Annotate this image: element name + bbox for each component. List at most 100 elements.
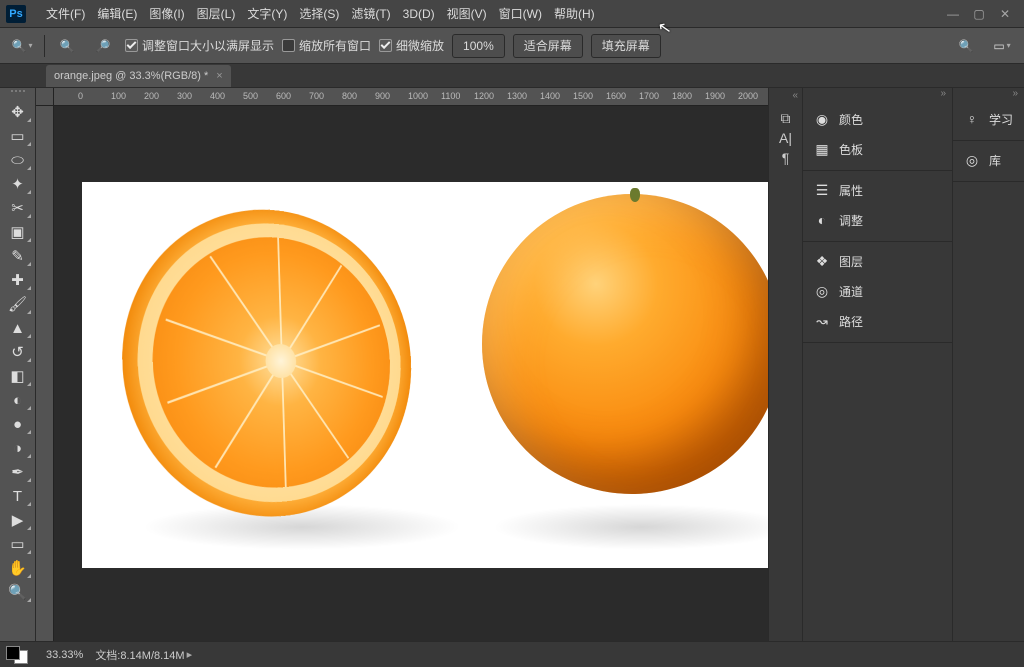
search-button[interactable]: 🔍: [952, 34, 980, 58]
type-tool[interactable]: T: [3, 484, 33, 508]
crop-tool[interactable]: ✂: [3, 196, 33, 220]
eyedropper-tool[interactable]: ✎: [3, 244, 33, 268]
resize-window-checkbox[interactable]: 调整窗口大小以满屏显示: [125, 37, 274, 54]
ruler-tick: 200: [144, 91, 159, 101]
learn-panel[interactable]: ♀ 学习: [953, 104, 1024, 134]
dodge-tool[interactable]: ◑: [3, 436, 33, 460]
fit-screen-button[interactable]: 适合屏幕: [513, 34, 583, 58]
move-tool[interactable]: ✥: [3, 100, 33, 124]
color-panel[interactable]: ◉颜色: [803, 104, 952, 134]
options-bar: 🔍▾ 🔍 🔎 调整窗口大小以满屏显示 缩放所有窗口 细微缩放 100% 适合屏幕…: [0, 28, 1024, 64]
ruler-tick: 1700: [639, 91, 659, 101]
scrubby-zoom-checkbox[interactable]: 细微缩放: [379, 37, 444, 54]
canvas-area: 0100200300400500600700800900100011001200…: [36, 88, 768, 641]
history-icon[interactable]: ⧉: [776, 108, 796, 128]
swatches-panel[interactable]: ▦色板: [803, 134, 952, 164]
document-info[interactable]: 文档:8.14M/8.14M: [95, 647, 184, 663]
panel-label: 路径: [839, 313, 863, 330]
panel-label: 调整: [839, 212, 863, 229]
frame-tool[interactable]: ▣: [3, 220, 33, 244]
document-canvas[interactable]: [82, 182, 768, 568]
properties-panel-icon: ☰: [813, 181, 831, 199]
vertical-ruler[interactable]: [36, 106, 54, 641]
shape-tool[interactable]: ▭: [3, 532, 33, 556]
menu-5[interactable]: 选择(S): [293, 0, 345, 27]
menu-6[interactable]: 滤镜(T): [345, 0, 396, 27]
menu-9[interactable]: 窗口(W): [493, 0, 548, 27]
zoom-level-field[interactable]: 33.33%: [46, 649, 83, 661]
window-minimize-button[interactable]: —: [940, 0, 966, 27]
color-swatches[interactable]: [6, 646, 28, 664]
properties-panel[interactable]: ☰ 属性: [803, 175, 952, 205]
lasso-tool[interactable]: ⬭: [3, 148, 33, 172]
ruler-corner[interactable]: [36, 88, 54, 106]
zoom-tool[interactable]: 🔍: [3, 580, 33, 604]
blur-tool[interactable]: ●: [3, 412, 33, 436]
pen-tool[interactable]: ✒: [3, 460, 33, 484]
zoom-100-button[interactable]: 100%: [452, 34, 505, 58]
menu-8[interactable]: 视图(V): [441, 0, 493, 27]
collapse-dock-icon[interactable]: »: [803, 88, 952, 104]
healing-tool[interactable]: ✚: [3, 268, 33, 292]
brush-tool[interactable]: 🖌: [3, 292, 33, 316]
adjustments-panel[interactable]: ◐调整: [803, 205, 952, 235]
ruler-tick: 400: [210, 91, 225, 101]
checkbox-label: 细微缩放: [396, 37, 444, 54]
status-bar: 33.33% 文档:8.14M/8.14M ▸: [0, 641, 1024, 667]
menu-1[interactable]: 编辑(E): [91, 0, 143, 27]
ruler-tick: 1000: [408, 91, 428, 101]
layers-panel[interactable]: ❖图层: [803, 246, 952, 276]
zoom-all-windows-checkbox[interactable]: 缩放所有窗口: [282, 37, 371, 54]
checkbox-on-icon: [125, 39, 138, 52]
ruler-tick: 100: [111, 91, 126, 101]
gradient-tool[interactable]: ◐: [3, 388, 33, 412]
paths-panel[interactable]: ↝路径: [803, 306, 952, 336]
window-maximize-button[interactable]: ▢: [966, 0, 992, 27]
expand-dock-icon[interactable]: «: [792, 90, 798, 101]
fill-screen-button[interactable]: 填充屏幕: [591, 34, 661, 58]
image-content: [482, 194, 768, 494]
learn-panel-icon: ♀: [963, 110, 981, 128]
workspace-switcher[interactable]: ▭▾: [988, 34, 1016, 58]
zoom-out-button[interactable]: 🔎: [89, 34, 117, 58]
foreground-swatch[interactable]: [6, 646, 20, 660]
menu-0[interactable]: 文件(F): [40, 0, 91, 27]
panel-grip-icon[interactable]: [3, 90, 33, 96]
history-brush-tool[interactable]: ↺: [3, 340, 33, 364]
ruler-tick: 1900: [705, 91, 725, 101]
horizontal-ruler[interactable]: 0100200300400500600700800900100011001200…: [54, 88, 768, 106]
path-select-tool[interactable]: ▶: [3, 508, 33, 532]
checkbox-off-icon: [282, 39, 295, 52]
hand-tool[interactable]: ✋: [3, 556, 33, 580]
ruler-tick: 900: [375, 91, 390, 101]
ruler-tick: 500: [243, 91, 258, 101]
libraries-panel[interactable]: ◎库: [953, 145, 1024, 175]
tool-preset-picker[interactable]: 🔍▾: [8, 34, 36, 58]
menu-4[interactable]: 文字(Y): [241, 0, 293, 27]
panel-label: 学习: [989, 111, 1013, 128]
paragraph-icon[interactable]: ¶: [776, 148, 796, 168]
panel-label: 属性: [839, 182, 863, 199]
panel-label: 图层: [839, 253, 863, 270]
channels-panel[interactable]: ◎通道: [803, 276, 952, 306]
menu-7[interactable]: 3D(D): [397, 0, 441, 27]
marquee-tool[interactable]: ▭: [3, 124, 33, 148]
ruler-tick: 800: [342, 91, 357, 101]
window-close-button[interactable]: ✕: [992, 0, 1018, 27]
close-tab-icon[interactable]: ×: [216, 70, 222, 82]
document-viewport[interactable]: [54, 106, 768, 641]
collapse-dock-icon[interactable]: »: [953, 88, 1024, 104]
document-tab[interactable]: orange.jpeg @ 33.3%(RGB/8) * ×: [46, 65, 231, 87]
eraser-tool[interactable]: ◧: [3, 364, 33, 388]
menu-3[interactable]: 图层(L): [191, 0, 242, 27]
ruler-tick: 1100: [441, 91, 460, 101]
zoom-in-button[interactable]: 🔍: [53, 34, 81, 58]
clone-stamp-tool[interactable]: ▲: [3, 316, 33, 340]
character-icon[interactable]: A|: [776, 128, 796, 148]
quick-select-tool[interactable]: ✦: [3, 172, 33, 196]
document-tab-strip: orange.jpeg @ 33.3%(RGB/8) * ×: [0, 64, 1024, 88]
menu-2[interactable]: 图像(I): [143, 0, 190, 27]
menu-10[interactable]: 帮助(H): [548, 0, 601, 27]
doc-info-menu-icon[interactable]: ▸: [187, 648, 193, 661]
menu-bar: Ps 文件(F)编辑(E)图像(I)图层(L)文字(Y)选择(S)滤镜(T)3D…: [0, 0, 1024, 28]
